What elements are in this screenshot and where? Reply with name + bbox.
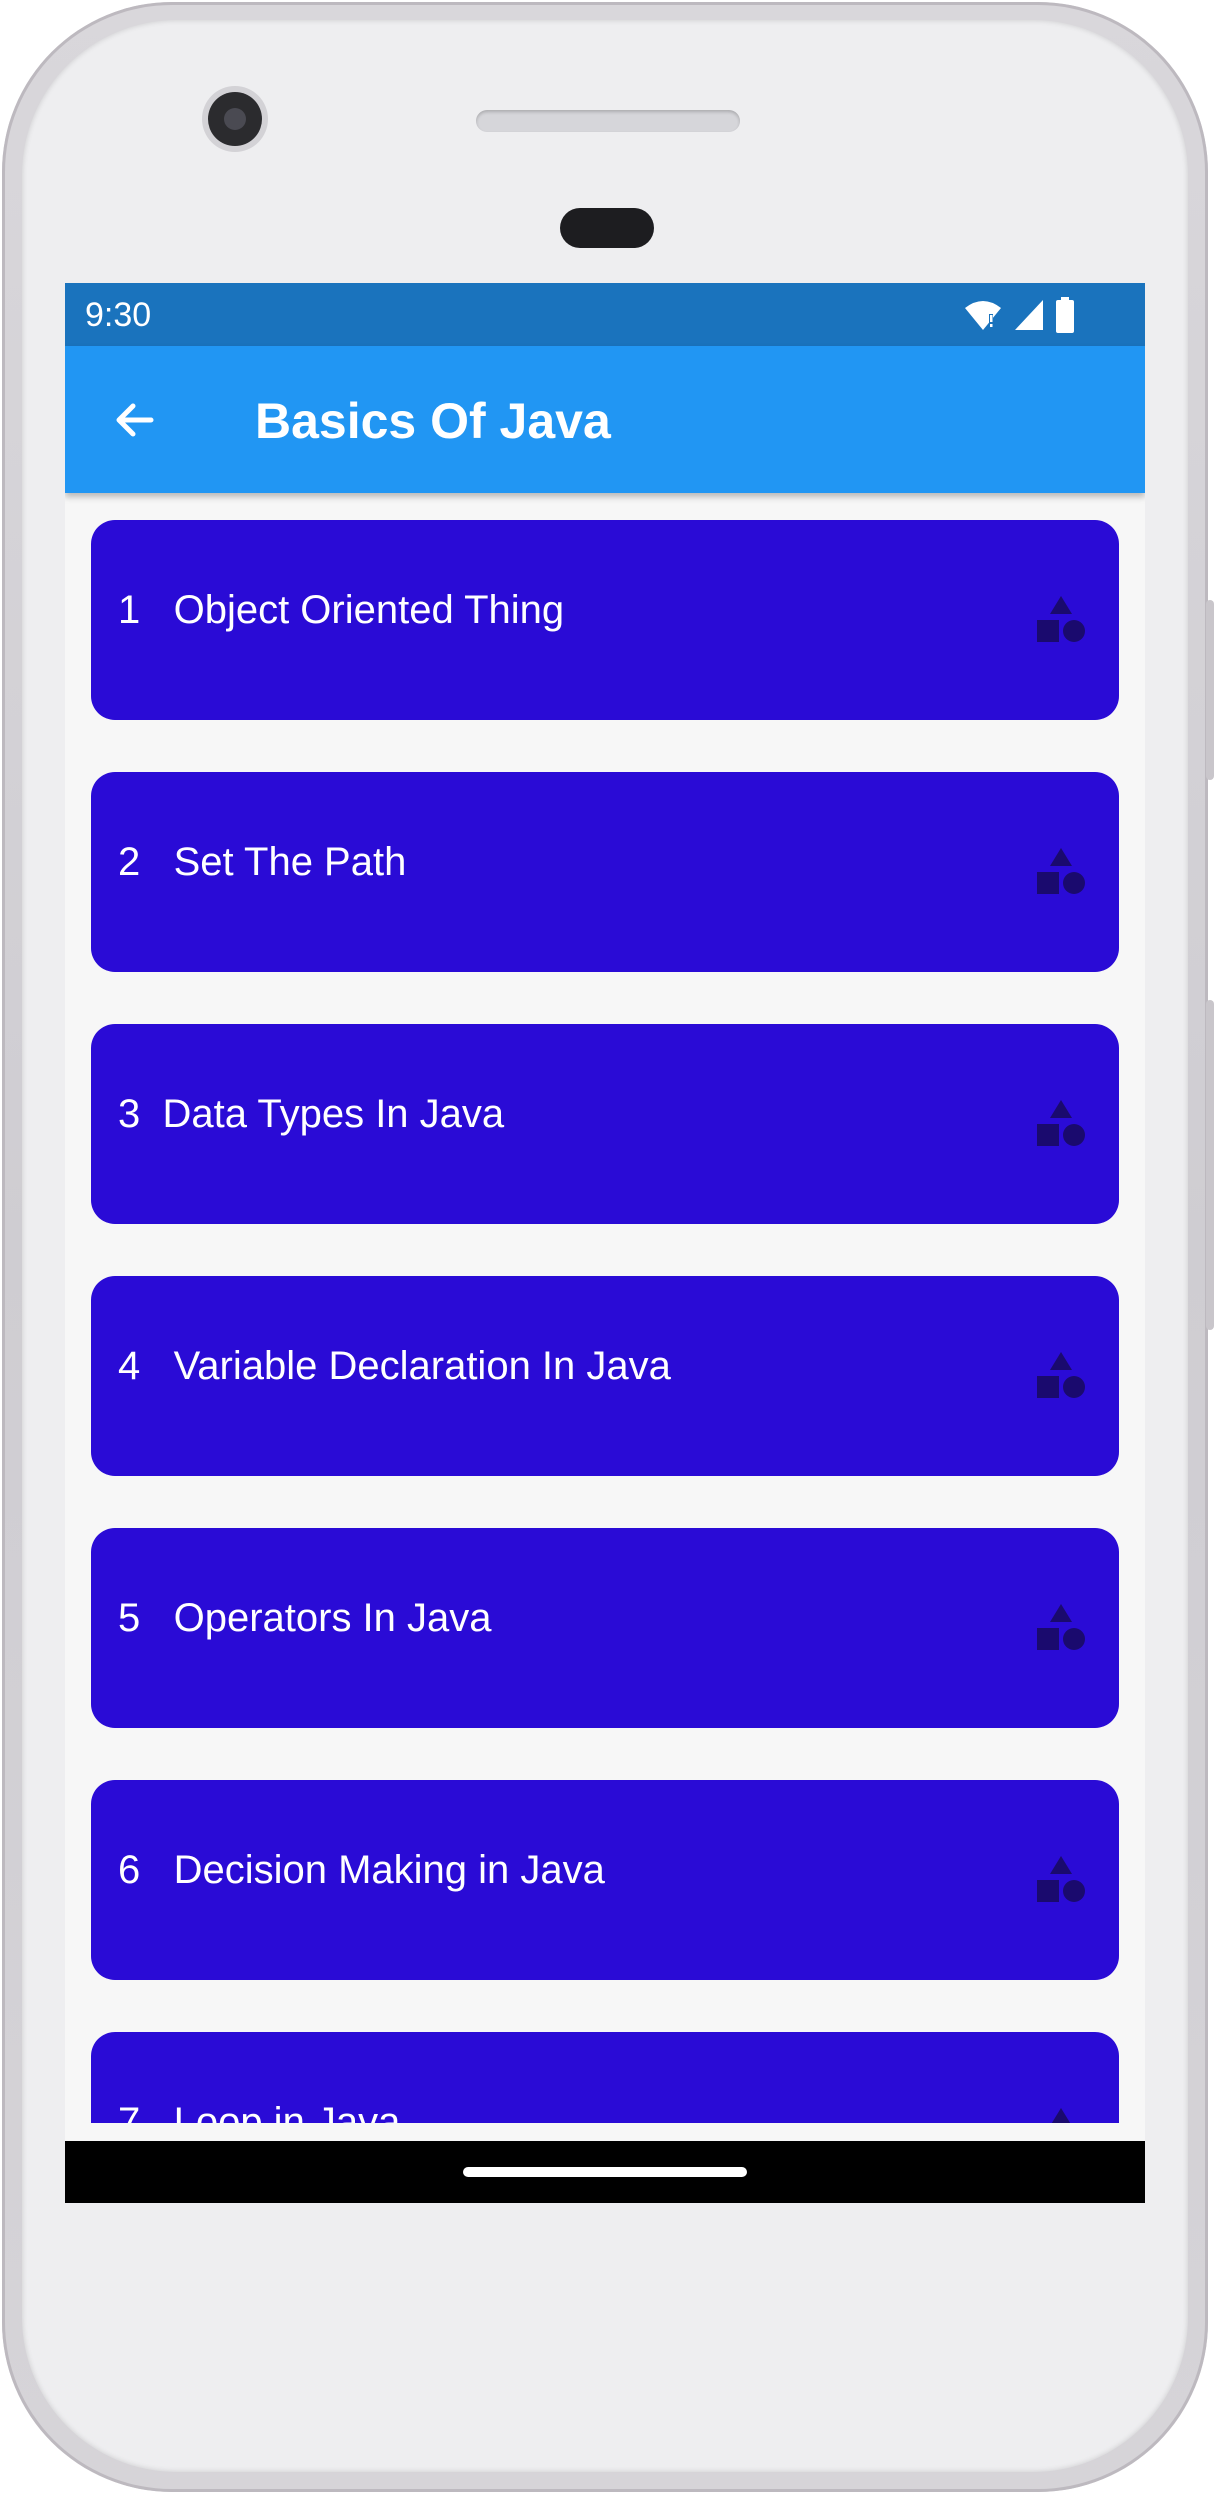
app-screen: 9:30 Basics Of Java 1 Object Oriented Th… xyxy=(65,283,1145,2203)
arrow-back-icon xyxy=(116,403,154,437)
battery-icon xyxy=(1056,297,1074,333)
category-shapes-icon xyxy=(1037,1604,1085,1650)
topic-card[interactable]: 3 Data Types In Java xyxy=(91,1024,1119,1224)
category-shapes-icon xyxy=(1051,2108,1071,2123)
status-icons xyxy=(963,297,1075,333)
topic-label: 5 Operators In Java xyxy=(118,1596,492,1640)
system-nav-bar xyxy=(65,2141,1145,2203)
status-bar: 9:30 xyxy=(65,283,1145,346)
category-shapes-icon xyxy=(1037,1856,1085,1902)
topic-label: 2 Set The Path xyxy=(118,840,407,884)
home-gesture-handle[interactable] xyxy=(463,2167,747,2177)
back-button[interactable] xyxy=(105,390,165,450)
category-shapes-icon xyxy=(1037,848,1085,894)
earpiece-speaker xyxy=(476,110,740,132)
volume-button xyxy=(1206,1000,1214,1330)
proximity-sensor xyxy=(560,208,654,248)
status-time: 9:30 xyxy=(85,296,152,334)
topic-card[interactable]: 2 Set The Path xyxy=(91,772,1119,972)
topic-label: 1 Object Oriented Thing xyxy=(118,588,565,632)
topic-list[interactable]: 1 Object Oriented Thing 2 Set The Path 3… xyxy=(65,493,1145,2123)
power-button xyxy=(1206,600,1214,780)
signal-icon xyxy=(1015,300,1043,330)
category-shapes-icon xyxy=(1037,596,1085,642)
category-shapes-icon xyxy=(1037,1100,1085,1146)
topic-card[interactable]: 4 Variable Declaration In Java xyxy=(91,1276,1119,1476)
topic-label: 4 Variable Declaration In Java xyxy=(118,1344,671,1388)
page-title: Basics Of Java xyxy=(255,393,611,449)
topic-label: 7 Loop in Java xyxy=(118,2100,401,2123)
topic-card[interactable]: 1 Object Oriented Thing xyxy=(91,520,1119,720)
wifi-icon xyxy=(965,301,1001,330)
topic-label: 6 Decision Making in Java xyxy=(118,1848,605,1892)
category-shapes-icon xyxy=(1037,1352,1085,1398)
front-camera xyxy=(208,92,262,146)
topic-label: 3 Data Types In Java xyxy=(118,1092,505,1136)
topic-card[interactable]: 7 Loop in Java xyxy=(91,2032,1119,2123)
topic-card[interactable]: 5 Operators In Java xyxy=(91,1528,1119,1728)
app-bar: Basics Of Java xyxy=(65,346,1145,493)
topic-card[interactable]: 6 Decision Making in Java xyxy=(91,1780,1119,1980)
